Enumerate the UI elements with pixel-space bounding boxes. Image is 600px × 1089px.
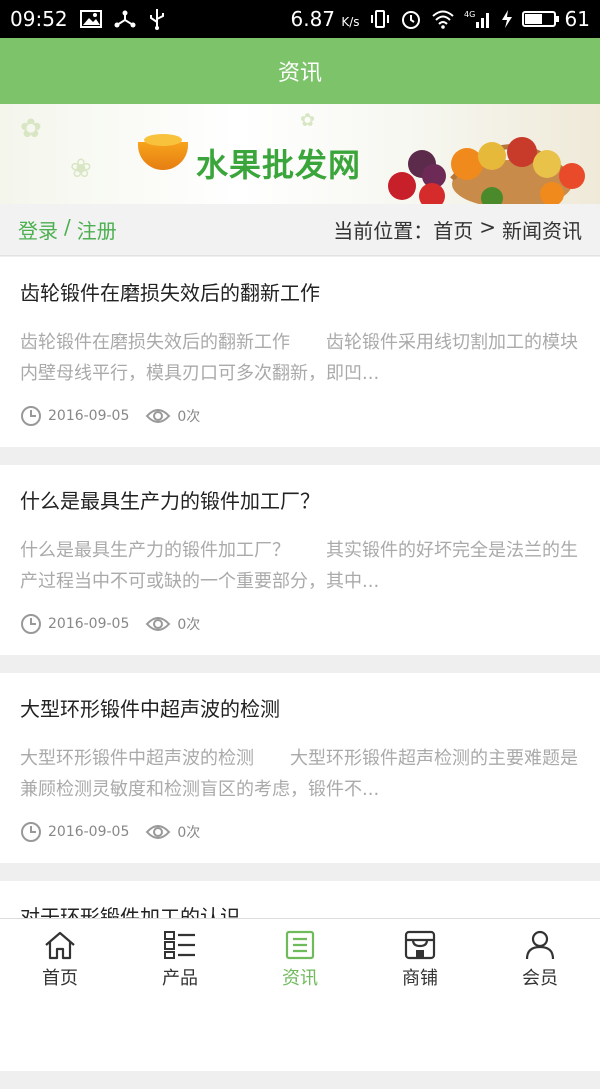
image-icon [79, 10, 102, 28]
breadcrumb-label: 当前位置： [333, 219, 434, 243]
news-icon [285, 930, 315, 960]
article-summary: 齿轮锻件在磨损失效后的翻新工作 齿轮锻件采用线切割加工的模块内壁母线平行，模具刃… [20, 332, 578, 384]
logo-icon [138, 134, 188, 170]
article-views: 0次 [177, 409, 201, 425]
status-bar: 09:52 6.87 K/s 4G 61 [0, 0, 600, 38]
tab-products[interactable]: 产品 [120, 919, 240, 1001]
status-time: 09:52 [10, 7, 68, 31]
page-header: 资讯 [0, 38, 600, 104]
article-card[interactable]: 什么是最具生产力的锻件加工厂？ 什么是最具生产力的锻件加工厂？ 其实锻件的好坏完… [0, 465, 600, 655]
charging-icon [501, 9, 513, 29]
eye-icon [146, 409, 171, 423]
article-title[interactable]: 什么是最具生产力的锻件加工厂？ [20, 487, 580, 515]
fruit-basket-image [388, 137, 585, 204]
breadcrumb-arrow: > [479, 215, 496, 239]
article-title[interactable]: 大型环形锻件中超声波的检测 [20, 695, 580, 723]
user-icon [525, 930, 555, 960]
location-bar: 登录 / 注册 当前位置： 首页 > 新闻资讯 [0, 204, 600, 256]
share-icon [114, 9, 136, 29]
usb-icon [148, 8, 166, 30]
battery-percent: 61 [564, 7, 590, 31]
home-icon [45, 931, 75, 960]
login-link[interactable]: 登录 [18, 215, 58, 244]
list-icon [164, 931, 195, 959]
tab-label: 商铺 [402, 968, 438, 989]
breadcrumb-current[interactable]: 新闻资讯 [502, 215, 582, 244]
tab-label: 资讯 [282, 968, 318, 989]
article-title[interactable]: 齿轮锻件在磨损失效后的翻新工作 [20, 279, 580, 307]
breadcrumb: 当前位置： 首页 > 新闻资讯 [333, 215, 582, 244]
article-meta: 2016-09-05 0次 [20, 821, 216, 843]
clock-icon [21, 822, 41, 842]
network-speed: 6.87 K/s [290, 7, 360, 31]
page-title: 资讯 [277, 61, 322, 86]
tab-news[interactable]: 资讯 [240, 919, 360, 1001]
article-card[interactable]: 齿轮锻件在磨损失效后的翻新工作 齿轮锻件在磨损失效后的翻新工作 齿轮锻件采用线切… [0, 257, 600, 447]
clock-icon [21, 406, 41, 426]
register-link[interactable]: 注册 [77, 215, 117, 244]
article-views: 0次 [177, 825, 201, 841]
article-date: 2016-09-05 [48, 616, 130, 632]
article-date: 2016-09-05 [48, 408, 130, 424]
vibrate-icon [369, 9, 391, 29]
tab-home[interactable]: 首页 [0, 919, 120, 1001]
tab-label: 会员 [522, 968, 558, 989]
article-card[interactable]: 大型环形锻件中超声波的检测 大型环形锻件中超声波的检测 大型环形锻件超声检测的主… [0, 673, 600, 863]
article-meta: 2016-09-05 0次 [20, 613, 216, 635]
banner[interactable]: ✿ ❀ ✿ 水果批发网 [0, 104, 600, 204]
article-summary: 什么是最具生产力的锻件加工厂？ 其实锻件的好坏完全是法兰的生产过程当中不可或缺的… [20, 540, 578, 592]
svg-text:4G: 4G [464, 10, 475, 19]
tab-member[interactable]: 会员 [480, 919, 600, 1001]
article-date: 2016-09-05 [48, 824, 130, 840]
article-meta: 2016-09-05 0次 [20, 405, 216, 427]
shop-icon [404, 930, 436, 960]
wifi-icon [431, 9, 455, 29]
auth-links: 登录 / 注册 [18, 215, 117, 244]
flower-decoration: ✿ [20, 114, 42, 144]
bottom-tab-bar: 首页 产品 资讯 商铺 会员 [0, 918, 600, 1001]
battery-icon [521, 11, 559, 27]
breadcrumb-home[interactable]: 首页 [433, 215, 473, 244]
flower-decoration: ✿ [300, 110, 316, 131]
auth-separator: / [64, 215, 71, 239]
site-title: 水果批发网 [196, 146, 362, 184]
clock-icon [21, 614, 41, 634]
article-views: 0次 [177, 617, 201, 633]
tab-label: 产品 [162, 968, 198, 989]
article-summary: 大型环形锻件中超声波的检测 大型环形锻件超声检测的主要难题是兼顾检测灵敏度和检测… [20, 748, 578, 800]
alarm-icon [400, 8, 422, 30]
eye-icon [146, 825, 171, 839]
tab-shops[interactable]: 商铺 [360, 919, 480, 1001]
flower-decoration: ❀ [70, 154, 92, 184]
eye-icon [146, 617, 171, 631]
signal-icon: 4G [464, 8, 492, 30]
tab-label: 首页 [42, 968, 78, 989]
